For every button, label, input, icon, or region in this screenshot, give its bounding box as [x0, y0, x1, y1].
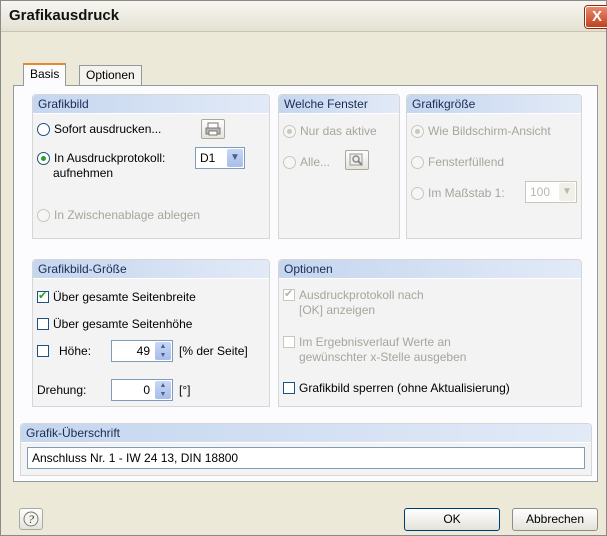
chevron-down-icon[interactable]: ▼ — [227, 149, 243, 167]
radio-indicator[interactable] — [411, 124, 424, 138]
group-header-grafik-ueberschrift: Grafik-Überschrift — [21, 424, 591, 443]
tab-basis[interactable]: Basis — [23, 63, 67, 86]
ok-button[interactable]: OK — [404, 508, 500, 531]
printer-button[interactable] — [201, 119, 225, 139]
radio-indicator[interactable] — [411, 155, 424, 169]
svg-text:?: ? — [28, 512, 34, 526]
help-button[interactable]: ? — [19, 508, 43, 530]
checkbox-grafikbild-sperren-label: Grafikbild sperren (ohne Aktualisierung) — [299, 381, 510, 395]
massstab-select[interactable]: 100 ▼ — [525, 181, 577, 203]
checkbox-ergebnisverlauf-label-line2: gewünschter x-Stelle ausgeben — [299, 350, 467, 364]
group-grafikbild-groesse: Grafikbild-Größe Über gesamte Seitenbrei… — [32, 259, 270, 407]
checkbox-ergebnisverlauf-label: Im Ergebnisverlauf Werte an — [299, 335, 451, 349]
title-bar[interactable]: Grafikausdruck X — [1, 1, 607, 32]
radio-protokoll-label-line2: aufnehmen — [53, 166, 114, 180]
checkbox-seitenbreite-label: Über gesamte Seitenbreite — [53, 290, 196, 304]
group-grafikgroesse: Grafikgröße Wie Bildschirm-Ansicht Fenst… — [406, 94, 582, 239]
radio-sofort-ausdrucken[interactable]: Sofort ausdrucken... — [37, 122, 161, 136]
checkbox-seitenbreite[interactable]: Über gesamte Seitenbreite — [37, 289, 196, 304]
massstab-select-value: 100 — [530, 185, 551, 199]
radio-protokoll-label: In Ausdruckprotokoll: — [54, 151, 166, 165]
radio-nur-aktive-label: Nur das aktive — [300, 124, 377, 138]
radio-ausdruckprotokoll[interactable]: In Ausdruckprotokoll: — [37, 151, 165, 165]
radio-zwischenablage[interactable]: In Zwischenablage ablegen — [37, 208, 200, 222]
cancel-button[interactable]: Abbrechen — [512, 508, 598, 531]
checkbox-indicator[interactable] — [283, 287, 295, 301]
checkbox-indicator[interactable] — [37, 318, 49, 330]
close-button[interactable]: X — [585, 6, 607, 28]
radio-bildschirm-ansicht[interactable]: Wie Bildschirm-Ansicht — [411, 124, 551, 138]
drehung-unit: [°] — [179, 383, 191, 397]
radio-sofort-label: Sofort ausdrucken... — [54, 122, 162, 136]
checkbox-ausdruckprotokoll-label-line2: [OK] anzeigen — [299, 303, 376, 317]
hoehe-spinner-value: 49 — [136, 344, 150, 358]
radio-indicator[interactable] — [411, 186, 424, 200]
magnifier-icon — [349, 153, 363, 166]
radio-zwischenablage-label: In Zwischenablage ablegen — [54, 208, 201, 222]
radio-alle-label: Alle... — [300, 155, 331, 169]
radio-indicator[interactable] — [283, 155, 296, 169]
checkbox-hoehe[interactable]: Höhe: — [37, 344, 91, 358]
group-optionen: Optionen Ausdruckprotokoll nach [OK] anz… — [278, 259, 582, 407]
spin-updown-icon[interactable]: ▲ ▼ — [155, 381, 171, 399]
help-icon: ? — [23, 511, 39, 527]
checkbox-indicator[interactable] — [283, 382, 295, 394]
protokoll-select[interactable]: D1 ▼ — [195, 147, 245, 169]
radio-indicator[interactable] — [37, 122, 50, 136]
radio-indicator[interactable] — [37, 151, 50, 165]
checkbox-ergebnisverlauf[interactable]: Im Ergebnisverlauf Werte an — [283, 335, 451, 349]
radio-indicator[interactable] — [283, 124, 296, 138]
group-header-grafikgroesse: Grafikgröße — [407, 95, 581, 114]
checkbox-indicator[interactable] — [283, 336, 295, 348]
ueberschrift-input[interactable]: Anschluss Nr. 1 - IW 24 13, DIN 18800 — [27, 447, 585, 469]
group-grafik-ueberschrift: Grafik-Überschrift Anschluss Nr. 1 - IW … — [20, 423, 592, 476]
checkbox-hoehe-label: Höhe: — [59, 344, 92, 358]
tab-optionen[interactable]: Optionen — [79, 65, 142, 85]
drehung-spinner[interactable]: 0 ▲ ▼ — [111, 379, 173, 401]
radio-nur-aktive[interactable]: Nur das aktive — [283, 124, 377, 138]
hoehe-unit: [% der Seite] — [179, 344, 248, 358]
group-grafikbild: Grafikbild Sofort ausdrucken... In Ausdr… — [32, 94, 270, 239]
checkbox-seitenhoehe[interactable]: Über gesamte Seitenhöhe — [37, 317, 192, 331]
radio-massstab[interactable]: Im Maßstab 1: — [411, 186, 505, 200]
window-select-button[interactable] — [345, 150, 369, 170]
checkbox-ausdruckprotokoll[interactable]: Ausdruckprotokoll nach — [283, 287, 424, 302]
spin-updown-icon[interactable]: ▲ ▼ — [155, 342, 171, 360]
group-header-welche-fenster: Welche Fenster — [279, 95, 399, 114]
checkbox-grafikbild-sperren[interactable]: Grafikbild sperren (ohne Aktualisierung) — [283, 381, 510, 395]
grafikausdruck-dialog: Grafikausdruck X Basis Optionen Grafikbi… — [0, 0, 607, 536]
checkbox-indicator[interactable] — [37, 289, 49, 303]
drehung-spinner-value: 0 — [143, 383, 150, 397]
group-header-grafikbild-groesse: Grafikbild-Größe — [33, 260, 269, 279]
window-title: Grafikausdruck — [9, 7, 120, 24]
drehung-label: Drehung: — [37, 383, 87, 397]
tab-panel-basis: Grafikbild Sofort ausdrucken... In Ausdr… — [13, 85, 598, 482]
printer-icon — [205, 122, 221, 136]
checkbox-seitenhoehe-label: Über gesamte Seitenhöhe — [53, 317, 193, 331]
radio-bildschirm-label: Wie Bildschirm-Ansicht — [428, 124, 551, 138]
checkbox-indicator[interactable] — [37, 345, 49, 357]
group-welche-fenster: Welche Fenster Nur das aktive Alle... — [278, 94, 400, 239]
radio-massstab-label: Im Maßstab 1: — [428, 186, 505, 200]
protokoll-select-value: D1 — [200, 151, 216, 165]
radio-fensterfuellend-label: Fensterfüllend — [428, 155, 505, 169]
radio-alle[interactable]: Alle... — [283, 155, 330, 169]
group-header-optionen: Optionen — [279, 260, 581, 279]
radio-indicator[interactable] — [37, 208, 50, 222]
hoehe-spinner[interactable]: 49 ▲ ▼ — [111, 340, 173, 362]
checkbox-ausdruckprotokoll-label: Ausdruckprotokoll nach — [299, 288, 424, 302]
radio-fensterfuellend[interactable]: Fensterfüllend — [411, 155, 504, 169]
chevron-down-icon[interactable]: ▼ — [559, 183, 575, 201]
group-header-grafikbild: Grafikbild — [33, 95, 269, 114]
